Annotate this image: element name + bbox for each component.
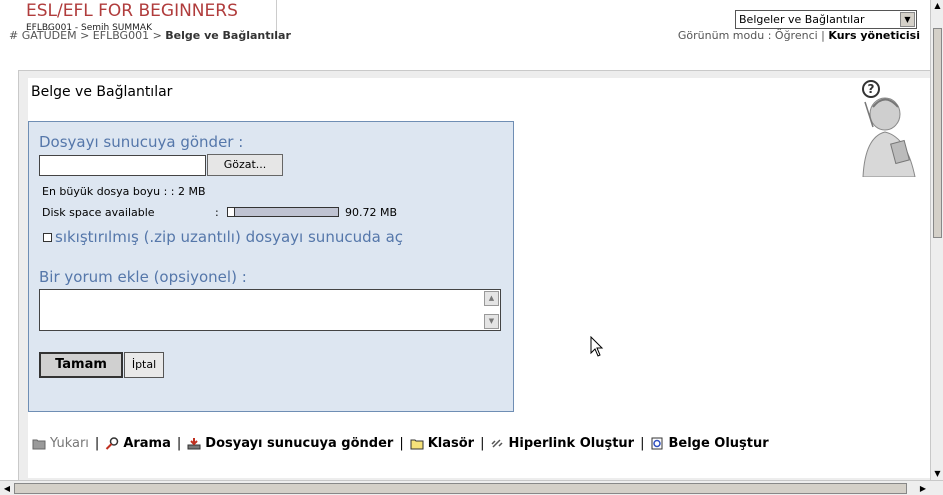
max-file-size: En büyük dosya boyu : : 2 MB	[42, 185, 206, 198]
toolbar-label-up: Yukarı	[50, 436, 89, 451]
page-title: Belge ve Bağlantılar	[31, 84, 173, 100]
view-mode-label[interactable]: Görünüm modu : Öğrenci |	[678, 29, 828, 42]
document-icon	[651, 437, 663, 450]
breadcrumb: # GATÜDEM > EFLBG001 > Belge ve Bağlantı…	[9, 29, 291, 42]
scroll-right-icon[interactable]: ▶	[917, 482, 929, 495]
reading-figure-illustration	[862, 97, 916, 177]
scroll-down-icon[interactable]: ▼	[484, 314, 499, 329]
disk-space-colon: :	[215, 206, 219, 219]
breadcrumb-current: Belge ve Bağlantılar	[165, 29, 291, 42]
toolbar-label-link: Hiperlink Oluştur	[508, 436, 635, 451]
toolbar-label-document: Belge Oluştur	[668, 436, 769, 451]
site-title[interactable]: ESL/EFL FOR BEGINNERS	[26, 1, 238, 21]
breadcrumb-hash: #	[9, 29, 19, 42]
toolbar-label-folder: Klasör	[427, 436, 475, 451]
search-icon	[106, 437, 119, 450]
upload-label: Dosyayı sunucuya gönder :	[39, 133, 244, 151]
scroll-up-icon[interactable]: ▲	[932, 0, 943, 12]
file-path-input[interactable]	[39, 155, 206, 176]
upload-icon	[187, 438, 201, 450]
help-icon[interactable]: ?	[862, 80, 880, 98]
toolbar-item-upload[interactable]: Dosyayı sunucuya gönder	[187, 436, 393, 451]
scroll-down-icon[interactable]: ▼	[932, 468, 943, 480]
toolbar-item-up[interactable]: Yukarı	[32, 436, 89, 451]
disk-space-bar	[227, 207, 339, 217]
unzip-checkbox[interactable]	[43, 233, 52, 242]
breadcrumb-path[interactable]: GATÜDEM > EFLBG001 >	[18, 29, 165, 42]
comment-label: Bir yorum ekle (opsiyonel) :	[39, 268, 247, 286]
toolbar-label-search: Arama	[123, 436, 171, 451]
toolbar-separator: |	[399, 436, 404, 451]
toolbar-separator: |	[480, 436, 485, 451]
toolbar-item-document[interactable]: Belge Oluştur	[650, 436, 769, 451]
folder-icon	[410, 439, 424, 450]
scroll-left-icon[interactable]: ◀	[1, 482, 13, 495]
mouse-cursor-icon	[590, 336, 604, 357]
toolbar-label-upload: Dosyayı sunucuya gönder	[205, 436, 394, 451]
disk-space-label: Disk space available	[42, 206, 155, 219]
disk-space-fill	[228, 208, 235, 216]
horizontal-scrollbar[interactable]: ◀ ▶	[0, 480, 943, 495]
browse-button[interactable]: Gözat...	[207, 154, 283, 176]
vertical-scroll-thumb[interactable]	[933, 28, 942, 238]
folder-up-icon	[32, 439, 46, 450]
disk-space-value: 90.72 MB	[345, 206, 398, 219]
view-mode: Görünüm modu : Öğrenci | Kurs yöneticisi	[678, 29, 920, 42]
scroll-up-icon[interactable]: ▲	[484, 291, 499, 306]
toolbar-separator: |	[176, 436, 182, 451]
link-icon	[491, 439, 504, 448]
chevron-down-icon[interactable]: ▼	[900, 12, 915, 27]
document-toolbar: Yukarı | Arama | Dosyayı sunucuya gönder…	[32, 436, 769, 451]
comment-scrollbar[interactable]: ▲ ▼	[484, 291, 499, 329]
tool-select-value: Belgeler ve Bağlantılar	[739, 13, 865, 26]
toolbar-item-search[interactable]: Arama	[105, 436, 171, 451]
page-area: ESL/EFL FOR BEGINNERS EFLBG001 - Semih S…	[0, 0, 930, 480]
comment-textarea[interactable]: ▲ ▼	[39, 289, 501, 331]
toolbar-separator: |	[94, 436, 100, 451]
tool-select[interactable]: Belgeler ve Bağlantılar ▼	[735, 10, 917, 29]
toolbar-separator: |	[640, 436, 645, 451]
unzip-label: sıkıştırılmış (.zip uzantılı) dosyayı su…	[55, 228, 404, 246]
ok-button[interactable]: Tamam	[39, 352, 123, 378]
toolbar-item-folder[interactable]: Klasör	[410, 436, 474, 451]
vertical-scrollbar[interactable]: ▲ ▼	[930, 0, 943, 480]
horizontal-scroll-thumb[interactable]	[14, 483, 907, 494]
cancel-button[interactable]: İptal	[124, 352, 164, 378]
view-mode-active: Kurs yöneticisi	[828, 29, 920, 42]
toolbar-item-link[interactable]: Hiperlink Oluştur	[490, 436, 634, 451]
